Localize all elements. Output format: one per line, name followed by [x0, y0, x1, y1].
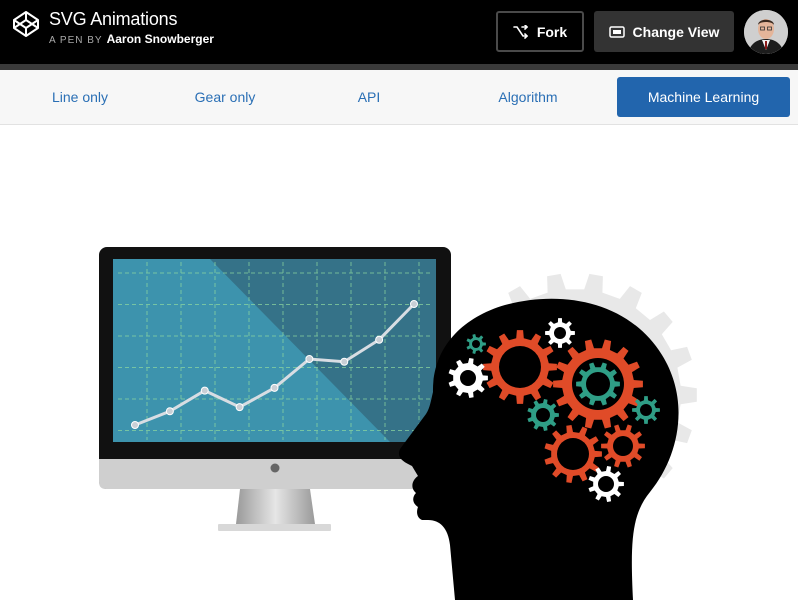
pen-info: SVG Animations A PEN BY Aaron Snowberger [49, 8, 214, 47]
byline-prefix: A PEN BY [49, 35, 103, 46]
tab-api[interactable]: API [300, 77, 438, 117]
user-avatar[interactable] [744, 10, 788, 54]
author-link[interactable]: Aaron Snowberger [107, 32, 214, 46]
pen-title: SVG Animations [49, 9, 178, 29]
tab-bar: Line only Gear only API Algorithm Machin… [0, 70, 798, 125]
monitor-stand [236, 489, 315, 524]
pen-byline: A PEN BY Aaron Snowberger [49, 33, 214, 47]
tab-gear-only[interactable]: Gear only [150, 77, 300, 117]
top-header: SVG Animations A PEN BY Aaron Snowberger … [0, 0, 798, 64]
top-white-gear [545, 318, 575, 348]
codepen-logo-icon[interactable] [12, 10, 40, 38]
fork-button[interactable]: Fork [496, 11, 584, 52]
change-view-icon [608, 25, 625, 39]
tab-algorithm[interactable]: Algorithm [448, 77, 608, 117]
chart-point-8 [410, 300, 418, 308]
chart-point-5 [305, 355, 314, 363]
chart-point-4 [270, 383, 279, 392]
chart-point-2 [200, 386, 209, 395]
fork-label: Fork [536, 23, 568, 40]
monitor-power-led [270, 463, 280, 473]
teal-gear-right [632, 396, 660, 424]
fork-icon [513, 24, 529, 39]
change-view-button[interactable]: Change View [594, 11, 734, 52]
monitor [99, 247, 451, 531]
change-view-label: Change View [632, 23, 720, 40]
chart-point-6 [340, 357, 349, 366]
monitor-base [218, 524, 331, 531]
chart-point-0 [131, 421, 139, 429]
tab-line-only[interactable]: Line only [0, 77, 160, 117]
tab-machine-learning[interactable]: Machine Learning [617, 77, 790, 117]
chart-point-3 [235, 403, 244, 412]
machine-learning-illustration [99, 247, 697, 600]
chart-point-1 [165, 407, 174, 416]
chart-point-7 [375, 335, 384, 344]
